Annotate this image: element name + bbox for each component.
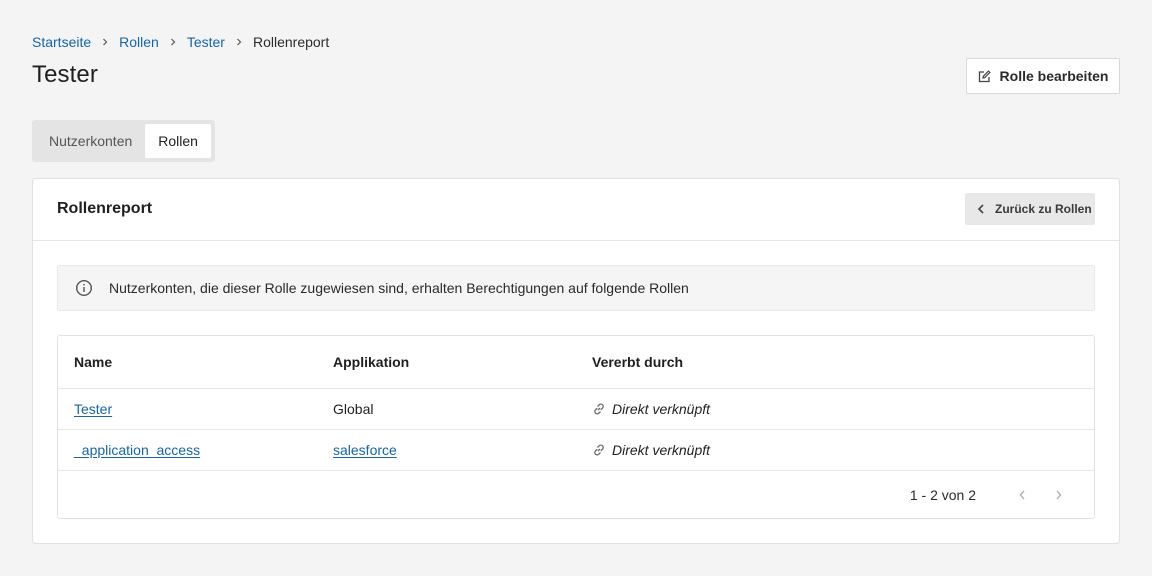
tab-nutzerkonten[interactable]: Nutzerkonten (36, 124, 145, 158)
back-to-roles-button[interactable]: Zurück zu Rollen (965, 193, 1095, 225)
application-link[interactable]: salesforce (333, 442, 397, 458)
chevron-right-icon (1056, 490, 1061, 500)
chevron-right-icon (169, 33, 177, 51)
table-row: _application_access salesforce Direkt ve… (58, 430, 1094, 471)
application-text: Global (333, 401, 374, 417)
pagination: 1 - 2 von 2 (58, 471, 1094, 519)
chevron-right-icon (235, 33, 243, 51)
tab-rollen[interactable]: Rollen (145, 124, 211, 158)
column-header-inherited[interactable]: Vererbt durch (576, 354, 1094, 370)
inherited-text: Direkt verknüpft (612, 442, 711, 458)
breadcrumb-rollen[interactable]: Rollen (119, 34, 159, 50)
table-row: Tester Global Direkt verknüpft (58, 389, 1094, 430)
column-header-name[interactable]: Name (58, 354, 317, 370)
table-header-row: Name Applikation Vererbt durch (58, 336, 1094, 389)
edit-icon (978, 69, 991, 83)
breadcrumb-current: Rollenreport (252, 34, 330, 50)
pagination-count: 1 - 2 von 2 (909, 487, 976, 503)
chevron-left-icon (977, 204, 985, 214)
card-title: Rollenreport (57, 200, 153, 217)
info-icon (75, 279, 93, 297)
edit-role-label: Rolle bearbeiten (999, 68, 1109, 84)
breadcrumb-tester[interactable]: Tester (187, 34, 225, 50)
link-icon (592, 402, 606, 416)
back-to-roles-label: Zurück zu Rollen (995, 202, 1092, 216)
chevron-left-icon (1019, 490, 1024, 500)
breadcrumb: Startseite Rollen Tester Rollenreport (32, 33, 329, 51)
roles-table: Name Applikation Vererbt durch Tester Gl… (57, 335, 1095, 519)
inherited-text: Direkt verknüpft (612, 401, 711, 417)
page-title: Tester (32, 61, 98, 88)
next-page-button[interactable] (1044, 481, 1072, 509)
edit-role-button[interactable]: Rolle bearbeiten (966, 58, 1120, 94)
chevron-right-icon (101, 33, 109, 51)
tab-bar: Nutzerkonten Rollen (32, 120, 215, 162)
column-header-application[interactable]: Applikation (317, 354, 576, 370)
info-box: Nutzerkonten, die dieser Rolle zugewiese… (57, 265, 1095, 311)
role-name-link[interactable]: _application_access (74, 442, 200, 458)
previous-page-button[interactable] (1008, 481, 1036, 509)
breadcrumb-startseite[interactable]: Startseite (32, 34, 91, 50)
link-icon (592, 443, 606, 457)
info-text: Nutzerkonten, die dieser Rolle zugewiese… (109, 280, 689, 296)
role-name-link[interactable]: Tester (74, 401, 112, 417)
role-report-card: Rollenreport Zurück zu Rollen Nutzerkont… (32, 178, 1120, 544)
card-header: Rollenreport Zurück zu Rollen (33, 179, 1119, 241)
